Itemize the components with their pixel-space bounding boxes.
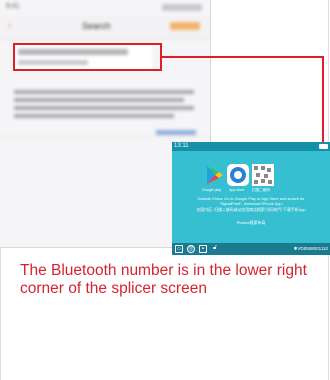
- app-label-google-play: Google play: [202, 188, 222, 192]
- app-label-app-store: App store: [229, 188, 245, 192]
- phone-nav-bar: ‹ Search: [0, 16, 210, 39]
- instruction-line: [14, 90, 194, 94]
- lock-icon[interactable]: 🔓︎: [211, 245, 219, 253]
- phone-divider: [0, 136, 210, 137]
- home-icon[interactable]: ⌂: [175, 245, 183, 253]
- phone-status-bar: 9:41: [0, 0, 210, 16]
- page-left-rule: [0, 247, 1, 380]
- phone-nav-action-button[interactable]: [170, 22, 200, 30]
- bluetooth-number: ✱VD8558001110: [293, 246, 328, 251]
- instruction-line: [14, 106, 194, 110]
- splicer-instruction-footer: Pinduo/搜索布局: [236, 220, 266, 225]
- battery-icon: [319, 144, 328, 149]
- highlight-box: [13, 43, 162, 71]
- page-edge-rule: [328, 0, 329, 142]
- back-icon[interactable]: ‹: [8, 20, 12, 32]
- app-store-icon[interactable]: [227, 164, 249, 186]
- splicer-instruction-cn: 在国内区: 扫描二维码或从应用商店搜索"讯风电气"下载手机App: [196, 207, 306, 212]
- app-label-qr: 扫描二维码: [252, 188, 270, 192]
- connector-line-horizontal: [162, 56, 324, 58]
- menu-icon[interactable]: ▪: [199, 245, 207, 253]
- battery-icon: [162, 4, 202, 11]
- phone-status-time: 9:41: [6, 3, 20, 10]
- splicer-time: 13:11: [174, 143, 189, 149]
- google-play-icon[interactable]: [203, 164, 225, 186]
- qr-code-icon[interactable]: [252, 164, 274, 186]
- splicer-screen: 13:11 Google play App store 扫描二维码 Outsid…: [172, 142, 330, 255]
- splicer-bottom-bar: ⌂ ◎ ▪ 🔓︎ ✱VD8558001110: [172, 243, 330, 255]
- instruction-link[interactable]: [156, 130, 196, 135]
- phone-nav-title: Search: [82, 21, 111, 31]
- caption-text: The Bluetooth number is in the lower rig…: [20, 262, 307, 297]
- page-edge-rule: [328, 255, 329, 380]
- settings-icon[interactable]: ◎: [187, 245, 195, 253]
- instruction-line: [14, 98, 184, 102]
- instruction-line: [14, 114, 174, 118]
- splicer-top-bar: 13:11: [172, 142, 330, 151]
